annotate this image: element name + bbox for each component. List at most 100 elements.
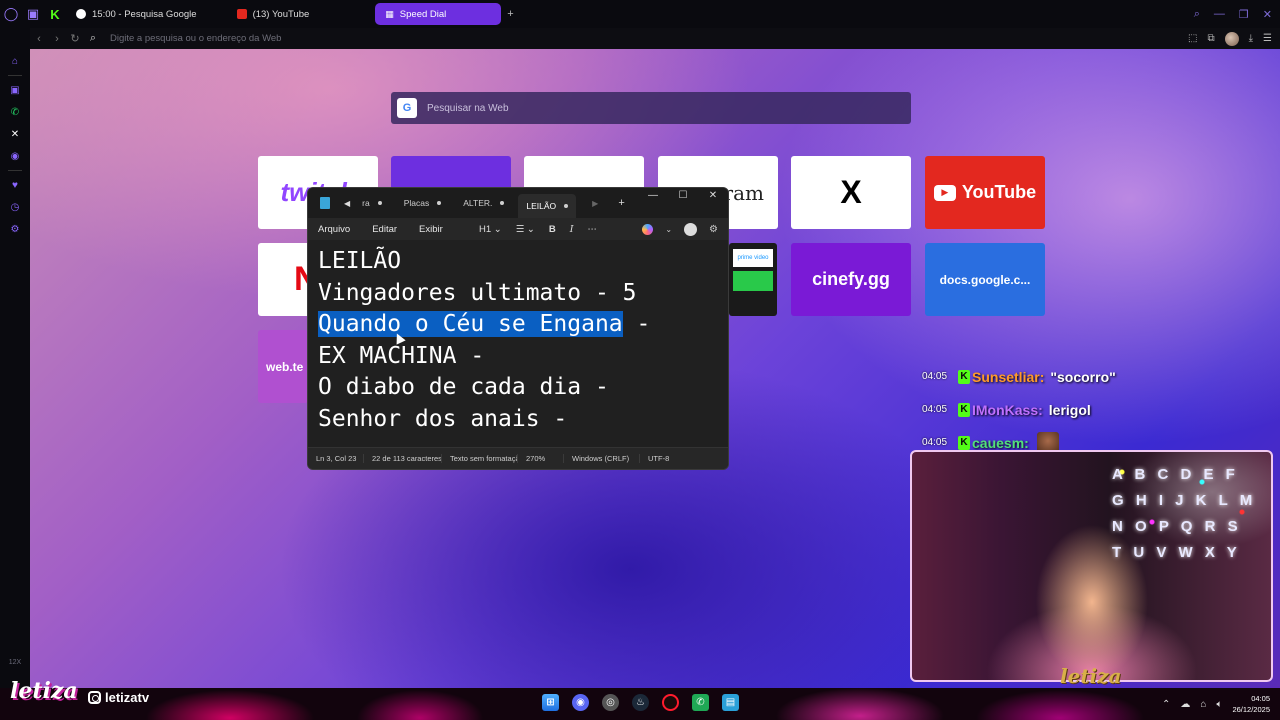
search-tabs-icon[interactable]: ⌕ (1194, 8, 1200, 21)
tab-label: ALTER. (463, 198, 493, 208)
close-icon[interactable]: ✕ (1263, 8, 1272, 21)
forward-icon[interactable]: › (48, 33, 66, 45)
search-input[interactable]: Pesquisar na Web (427, 103, 509, 114)
whatsapp-icon[interactable]: ✆ (0, 101, 30, 123)
profile-avatar[interactable] (1224, 31, 1239, 46)
cloud-icon[interactable]: ☁ (1180, 699, 1190, 710)
status-zoom[interactable]: 270% (518, 454, 564, 463)
web-search-box[interactable]: G Pesquisar na Web (391, 92, 911, 124)
favorites-icon[interactable]: ♥ (0, 174, 30, 196)
divider (8, 170, 22, 171)
tile-prime-video[interactable]: prime video (729, 243, 777, 316)
menu-icon[interactable]: ☰ (1263, 33, 1272, 44)
menu-exibir[interactable]: Exibir (419, 224, 443, 235)
kick-pinned-icon[interactable]: K (44, 0, 66, 28)
settings-icon[interactable]: ⚙ (0, 218, 30, 240)
gx-control-icon[interactable]: ⌂ (0, 50, 30, 72)
status-encoding: UTF-8 (648, 454, 670, 463)
menu-arquivo[interactable]: Arquivo (318, 224, 350, 235)
tab-youtube[interactable]: (13) YouTube (227, 3, 320, 25)
notepad-text-area[interactable]: LEILÃO Vingadores ultimato - 5 Quando o … (308, 240, 728, 448)
copilot-icon[interactable] (642, 223, 654, 235)
restore-icon[interactable]: ❐ (1239, 8, 1249, 21)
account-icon[interactable] (684, 222, 698, 236)
minimize-icon[interactable]: — (1214, 8, 1225, 20)
selected-text: Quando o Céu se Engana (318, 311, 623, 337)
menu-editar[interactable]: Editar (372, 224, 397, 235)
notepad-icon[interactable]: ▤ (722, 694, 739, 711)
tile-cinefy[interactable]: cinefy.gg (791, 243, 911, 316)
toolbar-right: ⌄ ⚙ (642, 218, 718, 240)
chat-time: 04:05 (922, 371, 948, 382)
download-icon[interactable]: ⤓ (1249, 33, 1253, 44)
scroll-tabs-right-icon[interactable]: ▶ (592, 199, 598, 208)
x-icon[interactable]: ✕ (0, 123, 30, 145)
google-icon: G (397, 98, 417, 118)
google-icon (76, 9, 86, 19)
opera-gx-icon[interactable]: ◯ (0, 0, 22, 28)
steam-icon[interactable]: ♨ (632, 694, 649, 711)
chrome-icon[interactable]: ◎ (602, 694, 619, 711)
more-icon[interactable]: ⋯ (588, 224, 598, 235)
notepad-tab[interactable]: Placas (396, 192, 450, 214)
snapshot-icon[interactable]: ⬚ (1188, 33, 1197, 44)
chevron-down-icon[interactable]: ⌄ (665, 225, 672, 234)
notepad-tab-active[interactable]: LEILÃO (518, 194, 577, 218)
heading-dropdown[interactable]: H1 ⌄ (479, 224, 502, 235)
tile-label: web.te (266, 359, 304, 374)
history-icon[interactable]: ◷ (0, 196, 30, 218)
volume-icon[interactable]: 🔈︎ (1216, 699, 1222, 710)
tab-google-search[interactable]: 15:00 - Pesquisa Google (66, 3, 207, 25)
window-controls: — ☐ ✕ (638, 188, 728, 206)
notepad-tab[interactable]: ra (354, 192, 390, 214)
chat-time: 04:05 (922, 404, 948, 415)
tile-label: YouTube (961, 182, 1037, 202)
italic-icon[interactable]: I (570, 224, 574, 235)
windows-start-icon[interactable]: ⊞ (542, 694, 559, 711)
opera-icon[interactable] (662, 694, 679, 711)
tile-google-docs[interactable]: docs.google.c... (925, 243, 1045, 316)
chat-text: lerigol (1048, 401, 1091, 418)
bold-icon[interactable]: B (549, 224, 556, 235)
notepad-tab[interactable]: ALTER. (455, 192, 512, 214)
taskbar-apps: ⊞ ◉ ◎ ♨ ✆ ▤ (542, 694, 739, 711)
clock-time: 04:05 (1251, 694, 1270, 703)
tile-web-telegram[interactable]: web.te (258, 330, 308, 403)
webcam-feed: A B C D E F G H I J K L M N O P Q R S T … (910, 450, 1273, 682)
tab-speed-dial[interactable]: ▦ Speed Dial (375, 3, 502, 25)
close-icon[interactable]: ✕ (698, 188, 728, 206)
kick-badge-icon: K (958, 402, 970, 417)
tile-x[interactable]: X (791, 156, 911, 229)
chat-username: cauesm: (972, 434, 1029, 451)
maximize-icon[interactable]: ☐ (668, 188, 698, 206)
tile-label: cinefy.gg (812, 269, 890, 289)
scroll-tabs-left-icon[interactable]: ◀ (344, 199, 350, 208)
text-segment: Vingadores ultimato - 5 (318, 279, 637, 306)
extensions-icon[interactable]: ⧉ (1207, 33, 1214, 44)
tab-label: (13) YouTube (252, 8, 310, 20)
list-dropdown-icon[interactable]: ☰ ⌄ (516, 224, 535, 235)
discord-icon[interactable]: ◉ (0, 145, 30, 167)
tab-label: Placas (403, 198, 430, 208)
handle-text: letizatv (105, 690, 150, 705)
new-tab-button[interactable]: + (618, 197, 624, 209)
tile-youtube[interactable]: ▶ YouTube (925, 156, 1045, 229)
settings-icon[interactable]: ⚙ (709, 224, 718, 235)
youtube-icon (236, 9, 247, 19)
whatsapp-icon[interactable]: ✆ (692, 694, 709, 711)
twitch-pinned-icon[interactable]: ▣ (22, 0, 44, 28)
notepad-window: ◀ ra Placas ALTER. LEILÃO ▶ + — ☐ ✕ Arqu… (307, 187, 729, 470)
back-icon[interactable]: ‹ (30, 33, 48, 45)
minimize-icon[interactable]: — (638, 188, 668, 206)
browser-tab-bar: ◯ ▣ K 15:00 - Pesquisa Google (13) YouTu… (0, 0, 1280, 28)
unsaved-dot-icon (437, 201, 442, 205)
clock[interactable]: 04:05 26/12/2025 (1232, 693, 1270, 715)
twitch-icon[interactable]: ▣ (0, 79, 30, 101)
text-line: O diabo de cada dia - (318, 372, 718, 404)
reload-icon[interactable]: ↻ (66, 32, 84, 45)
network-icon[interactable]: ⌂ (1200, 699, 1206, 710)
new-tab-button[interactable]: + (507, 8, 513, 20)
address-input[interactable]: Digite a pesquisa ou o endereço da Web (110, 33, 281, 44)
discord-icon[interactable]: ◉ (572, 694, 589, 711)
chevron-up-icon[interactable]: ⌃ (1162, 699, 1170, 710)
